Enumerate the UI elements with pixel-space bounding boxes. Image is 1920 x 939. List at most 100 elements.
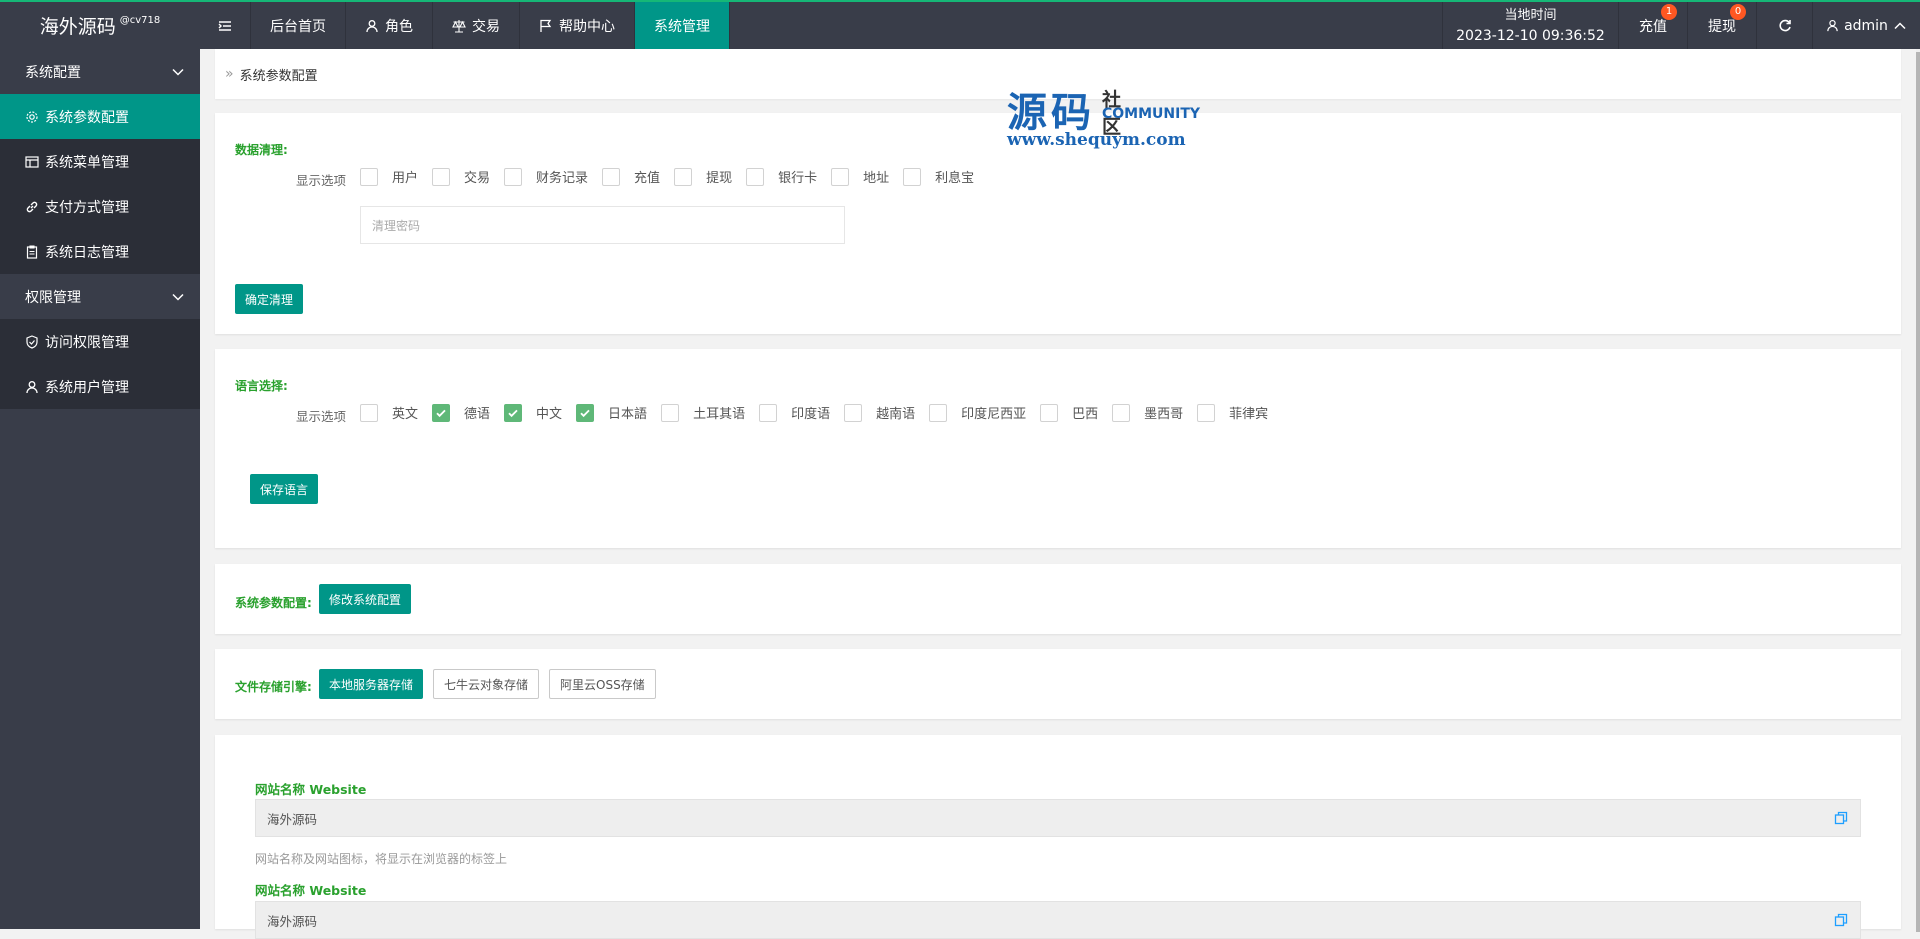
- watermark-url: www.shequym.com: [1007, 130, 1186, 150]
- site-name-value: 海外源码: [267, 811, 318, 827]
- site-name-input-2[interactable]: 海外源码: [255, 901, 1861, 939]
- sidebar-submenu: 访问权限管理 系统用户管理: [0, 319, 200, 409]
- nav-help-label: 帮助中心: [559, 18, 615, 35]
- confirm-clean-label: 确定清理: [245, 292, 294, 307]
- storage-aliyun-button[interactable]: 阿里云OSS存储: [549, 669, 656, 699]
- copy-icon[interactable]: [1834, 913, 1848, 927]
- withdraw-button[interactable]: 提现 0: [1687, 2, 1756, 49]
- nav-system[interactable]: 系统管理: [635, 2, 730, 49]
- copy-icon[interactable]: [1834, 811, 1848, 825]
- language-card: 语言选择: 显示选项 英文 德语 中文 日本語 土耳其语 印度语 越南语 印度尼西亚 巴西 墨西哥…: [215, 349, 1901, 548]
- language-option[interactable]: 土耳其语: [661, 403, 745, 422]
- site-name-label: 网站名称 Website: [255, 782, 367, 797]
- language-option[interactable]: 中文: [504, 403, 562, 422]
- clean-option[interactable]: 地址: [831, 167, 889, 186]
- checkbox[interactable]: [844, 403, 863, 422]
- checkbox[interactable]: [504, 167, 523, 186]
- brand-name: 海外源码: [39, 16, 116, 38]
- flag-icon: [540, 19, 552, 32]
- sidebar-group-permissions[interactable]: 权限管理: [0, 274, 200, 319]
- language-option[interactable]: 菲律宾: [1197, 403, 1268, 422]
- sidebar-item-users[interactable]: 系统用户管理: [0, 364, 200, 409]
- user-icon: [1827, 19, 1838, 32]
- logo[interactable]: 海外源码 @cv718: [0, 2, 200, 49]
- watermark-community: COMMUNITY: [1102, 106, 1201, 122]
- header-right: 当地时间 2023-12-10 09:36:52 充值 1 提现 0 admin: [1442, 2, 1920, 49]
- sidebar-item-menu-manage[interactable]: 系统菜单管理: [0, 139, 200, 184]
- options-label: 显示选项: [296, 409, 347, 424]
- clean-option[interactable]: 财务记录: [504, 167, 588, 186]
- chevron-up-icon: [1894, 21, 1906, 29]
- language-option[interactable]: 越南语: [844, 403, 915, 422]
- storage-local-button[interactable]: 本地服务器存储: [319, 669, 424, 699]
- brand-tag: @cv718: [119, 15, 161, 26]
- language-option[interactable]: 印度语: [759, 403, 830, 422]
- clean-option[interactable]: 充值: [602, 167, 660, 186]
- checkbox[interactable]: [1040, 403, 1059, 422]
- nav-roles[interactable]: 角色: [346, 2, 433, 49]
- storage-qiniu-button[interactable]: 七牛云对象存储: [433, 669, 540, 699]
- language-option[interactable]: 墨西哥: [1112, 403, 1183, 422]
- checkbox[interactable]: [1197, 403, 1216, 422]
- scrollbar-thumb[interactable]: [1916, 52, 1920, 932]
- language-option[interactable]: 日本語: [576, 403, 647, 422]
- language-option[interactable]: 德语: [432, 403, 490, 422]
- option-label: 提现: [706, 171, 733, 186]
- password-placeholder: 清理密码: [372, 218, 421, 233]
- confirm-clean-button[interactable]: 确定清理: [235, 284, 304, 314]
- checkbox[interactable]: [903, 167, 922, 186]
- checkbox[interactable]: [929, 403, 948, 422]
- clean-option[interactable]: 交易: [432, 167, 490, 186]
- storage-local-label: 本地服务器存储: [329, 677, 414, 692]
- language-option[interactable]: 印度尼西亚: [929, 403, 1026, 422]
- clean-password-input[interactable]: 清理密码: [360, 206, 845, 244]
- checkbox[interactable]: [661, 403, 680, 422]
- user-menu[interactable]: admin: [1812, 2, 1920, 49]
- sidebar-item-system-params[interactable]: 系统参数配置: [0, 94, 200, 139]
- checkbox-checked[interactable]: [504, 403, 523, 422]
- menu-toggle-button[interactable]: [200, 2, 251, 49]
- storage-qiniu-label: 七牛云对象存储: [444, 677, 529, 692]
- nav-home[interactable]: 后台首页: [251, 2, 346, 49]
- option-label: 巴西: [1072, 407, 1099, 422]
- checkbox[interactable]: [1112, 403, 1131, 422]
- clean-option[interactable]: 银行卡: [746, 167, 817, 186]
- clean-option[interactable]: 用户: [360, 167, 418, 186]
- sidebar-group-system-config[interactable]: 系统配置: [0, 49, 200, 94]
- checkbox[interactable]: [602, 167, 621, 186]
- withdraw-badge: 0: [1730, 4, 1746, 20]
- sidebar-submenu: 系统参数配置 系统菜单管理 支付方式管理 系统日志管理: [0, 94, 200, 274]
- checkbox[interactable]: [831, 167, 850, 186]
- site-name-hint: 网站名称及网站图标，将显示在浏览器的标签上: [255, 852, 508, 866]
- checkbox-checked[interactable]: [576, 403, 595, 422]
- checkbox[interactable]: [360, 403, 378, 422]
- clean-option[interactable]: 利息宝: [903, 167, 974, 186]
- recharge-badge: 1: [1661, 4, 1677, 20]
- sidebar-item-access[interactable]: 访问权限管理: [0, 319, 200, 364]
- nav-help[interactable]: 帮助中心: [520, 2, 635, 49]
- system-param-card: 系统参数配置: 修改系统配置: [215, 564, 1901, 634]
- checkbox[interactable]: [746, 167, 765, 186]
- site-name-input[interactable]: 海外源码: [255, 799, 1861, 837]
- checkbox-checked[interactable]: [432, 403, 451, 422]
- language-option[interactable]: 巴西: [1040, 403, 1098, 422]
- checkbox[interactable]: [759, 403, 778, 422]
- save-language-button[interactable]: 保存语言: [250, 474, 319, 504]
- nav-trade-label: 交易: [472, 18, 500, 35]
- checkbox[interactable]: [432, 167, 451, 186]
- sidebar-item-logs[interactable]: 系统日志管理: [0, 229, 200, 274]
- option-label: 土耳其语: [693, 407, 746, 422]
- sidebar-item-payment[interactable]: 支付方式管理: [0, 184, 200, 229]
- refresh-button[interactable]: [1756, 2, 1812, 49]
- checkbox[interactable]: [674, 167, 693, 186]
- nav-trade[interactable]: 交易: [433, 2, 520, 49]
- clean-option[interactable]: 提现: [674, 167, 732, 186]
- option-label: 印度语: [791, 407, 831, 422]
- language-option[interactable]: 英文: [360, 403, 418, 422]
- edit-system-config-button[interactable]: 修改系统配置: [319, 584, 412, 614]
- checkbox[interactable]: [360, 167, 378, 186]
- sidebar-item-label: 支付方式管理: [45, 199, 129, 216]
- top-nav: 后台首页 角色 交易 帮助中心 系统管理: [200, 2, 730, 49]
- window-icon: [25, 155, 39, 168]
- recharge-button[interactable]: 充值 1: [1618, 2, 1687, 49]
